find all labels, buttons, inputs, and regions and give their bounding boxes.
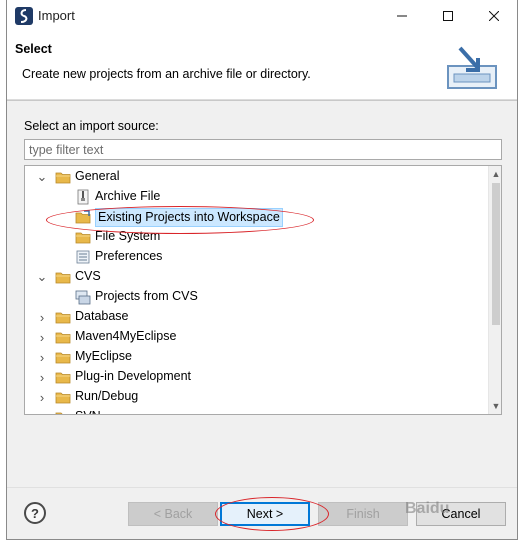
tree-item-cvs[interactable]: ⌄ CVS bbox=[25, 267, 485, 287]
cvs-icon bbox=[75, 289, 91, 305]
folder-icon bbox=[55, 349, 71, 365]
tree-item-label: Preferences bbox=[95, 249, 163, 263]
title-bar: Import bbox=[7, 0, 517, 32]
tree-item-label: Projects from CVS bbox=[95, 289, 198, 303]
folder-icon bbox=[55, 329, 71, 345]
folder-icon bbox=[55, 169, 71, 185]
archive-file-icon bbox=[75, 189, 91, 205]
tree-item-label: Maven4MyEclipse bbox=[75, 329, 177, 343]
expand-chevron-icon[interactable]: › bbox=[37, 310, 47, 325]
import-source-label: Select an import source: bbox=[24, 119, 159, 133]
folder-icon bbox=[55, 269, 71, 285]
tree-item-myeclipse[interactable]: › MyEclipse bbox=[25, 347, 485, 367]
tree-item-maven4myeclipse[interactable]: › Maven4MyEclipse bbox=[25, 327, 485, 347]
expand-chevron-icon[interactable]: › bbox=[37, 410, 47, 415]
tree-item-label: General bbox=[75, 169, 120, 183]
expand-chevron-icon[interactable]: › bbox=[37, 330, 47, 345]
myeclipse-app-icon bbox=[15, 7, 33, 25]
tree-item-database[interactable]: › Database bbox=[25, 307, 485, 327]
scroll-down-arrow-icon[interactable]: ▼ bbox=[489, 398, 501, 414]
folder-icon bbox=[55, 409, 71, 414]
header-separator bbox=[7, 100, 517, 101]
tree-item-archive-file[interactable]: Archive File bbox=[25, 187, 485, 207]
maximize-icon bbox=[443, 11, 453, 21]
maximize-button[interactable] bbox=[425, 0, 471, 32]
page-title: Select bbox=[15, 42, 52, 56]
import-tray-icon bbox=[447, 46, 497, 89]
tree-item-label: Archive File bbox=[95, 189, 161, 203]
close-button[interactable] bbox=[471, 0, 517, 32]
watermark: Baidu bbox=[405, 500, 450, 517]
collapse-chevron-icon[interactable]: ⌄ bbox=[37, 269, 48, 284]
footer-separator bbox=[7, 487, 517, 488]
tree-item-general[interactable]: ⌄ General bbox=[25, 167, 485, 187]
wizard-header: Select Create new projects from an archi… bbox=[7, 32, 517, 100]
tree-item-label: Database bbox=[75, 309, 129, 323]
minimize-button[interactable] bbox=[379, 0, 425, 32]
back-button[interactable]: < Back bbox=[128, 502, 218, 526]
tree-item-preferences[interactable]: Preferences bbox=[25, 247, 485, 267]
tree-item-projects-from-cvs[interactable]: Projects from CVS bbox=[25, 287, 485, 307]
folder-icon bbox=[75, 229, 91, 245]
folder-icon bbox=[55, 369, 71, 385]
tree-item-label: Run/Debug bbox=[75, 389, 139, 403]
tree-item-label: MyEclipse bbox=[75, 349, 132, 363]
tree-item-label: Plug-in Development bbox=[75, 369, 192, 383]
tree-scrollbar[interactable]: ▲ ▼ bbox=[488, 166, 501, 414]
background-editor-bottom bbox=[0, 540, 525, 550]
preferences-icon bbox=[75, 249, 91, 265]
close-icon bbox=[489, 11, 499, 21]
scroll-up-arrow-icon[interactable]: ▲ bbox=[489, 166, 501, 182]
folder-icon bbox=[55, 309, 71, 325]
scroll-thumb[interactable] bbox=[492, 183, 500, 325]
help-button[interactable]: ? bbox=[24, 502, 46, 524]
folder-icon bbox=[55, 389, 71, 405]
import-source-tree[interactable]: ⌄ General Archive File Existing Projects in… bbox=[24, 165, 502, 415]
filter-input[interactable] bbox=[24, 139, 502, 160]
tree-item-label: SVN bbox=[75, 408, 101, 414]
minimize-icon bbox=[397, 15, 407, 17]
expand-chevron-icon[interactable]: › bbox=[37, 350, 47, 365]
highlight-annotation-existing-projects bbox=[46, 206, 314, 234]
page-description: Create new projects from an archive file… bbox=[22, 67, 311, 81]
expand-chevron-icon[interactable]: › bbox=[37, 390, 47, 405]
tree-item-label: CVS bbox=[75, 269, 101, 283]
tree-item-plug-in-development[interactable]: › Plug-in Development bbox=[25, 367, 485, 387]
tree-item-svn[interactable]: › SVN bbox=[25, 407, 485, 415]
background-editor-right bbox=[518, 0, 525, 550]
window-title: Import bbox=[38, 8, 75, 23]
import-dialog: Import Select Create new projects from a… bbox=[6, 0, 518, 540]
collapse-chevron-icon[interactable]: ⌄ bbox=[37, 169, 48, 184]
expand-chevron-icon[interactable]: › bbox=[37, 370, 47, 385]
tree-item-run-debug[interactable]: › Run/Debug bbox=[25, 387, 485, 407]
finish-button[interactable]: Finish bbox=[318, 502, 408, 526]
highlight-annotation-next bbox=[215, 497, 329, 531]
